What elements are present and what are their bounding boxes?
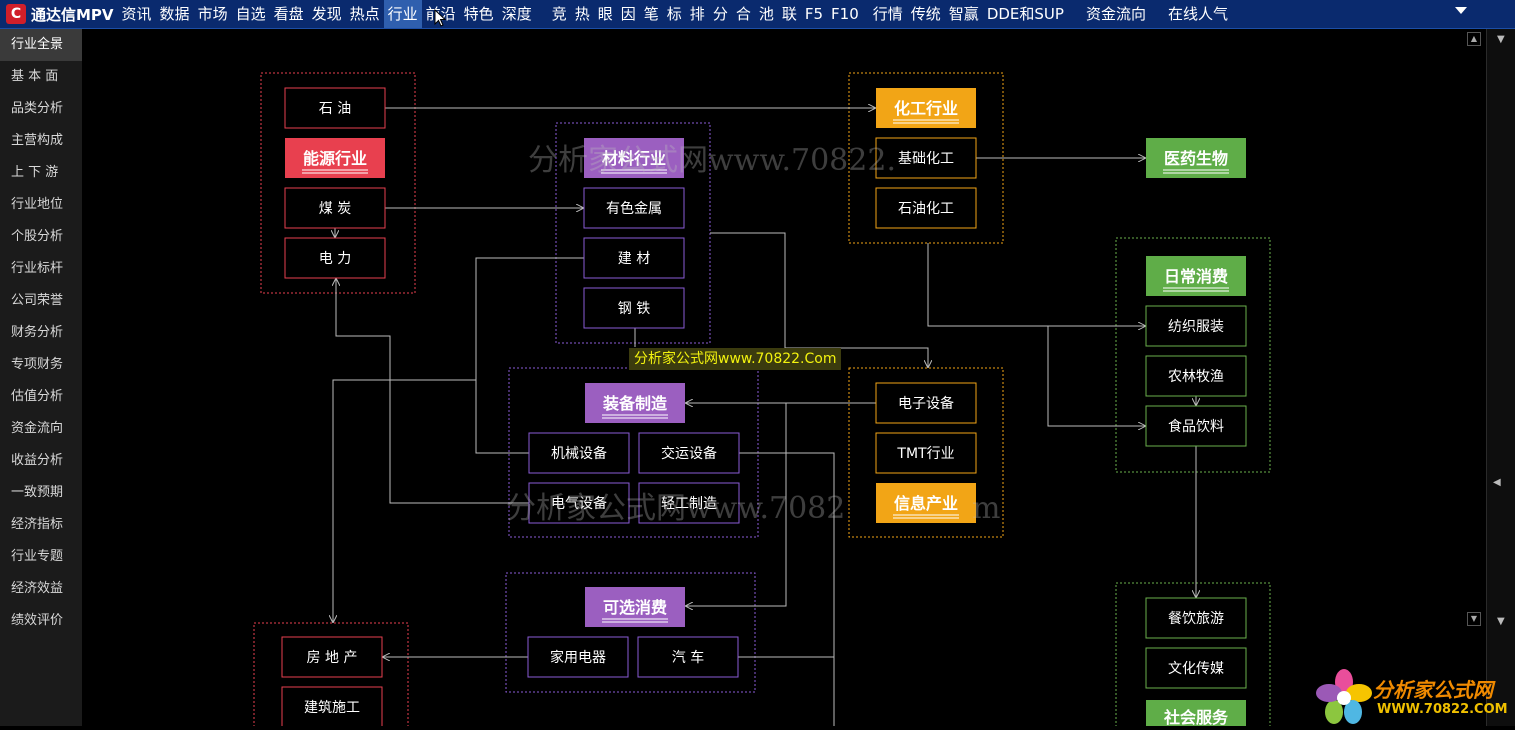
panel-arrow-icon[interactable]: ▼ (1497, 616, 1505, 627)
industry-label: 电 力 (319, 251, 351, 267)
group-title: 能源行业 (303, 149, 367, 168)
industry-label: 汽 车 (672, 649, 704, 666)
brand-watermark: 分析家公式网 WWW.70822.COM (1315, 668, 1515, 726)
group-title: 社会服务 (1163, 708, 1229, 726)
industry-label: 纺织服装 (1168, 319, 1224, 335)
group-title: 装备制造 (602, 394, 668, 413)
group-title: 化工行业 (894, 99, 958, 118)
connectors (333, 108, 1196, 726)
industry-label: 食品饮料 (1168, 418, 1224, 435)
group-title: 日常消费 (1164, 267, 1228, 286)
watermark-label: 分析家公式网www.70822.Com (629, 348, 842, 370)
industry-label: 建 材 (618, 251, 650, 267)
watermark-text: 分析家公式网www.70822. (528, 143, 896, 178)
industry-label: 石油化工 (898, 201, 954, 217)
group-title: 信息产业 (894, 494, 958, 513)
brand-name: 分析家公式网 (1373, 678, 1493, 702)
group-title: 可选消费 (603, 598, 667, 617)
flower-logo-icon (1316, 669, 1372, 724)
industry-label: 餐饮旅游 (1168, 611, 1224, 627)
watermark-text: m (972, 491, 1000, 526)
industry-label: 煤 炭 (319, 201, 351, 217)
panel-arrow-icon[interactable]: ▼ (1497, 34, 1505, 45)
group-title: 医药生物 (1164, 149, 1228, 168)
collapse-arrow-icon[interactable]: ◀ (1493, 477, 1501, 488)
brand-url: WWW.70822.COM (1377, 702, 1508, 717)
industry-label: 钢 铁 (618, 301, 650, 317)
industry-label: 房 地 产 (307, 650, 358, 666)
industry-label: 机械设备 (551, 445, 607, 462)
watermark-text: 分析家公式网www.7082 (506, 491, 845, 526)
industry-label: 家用电器 (550, 649, 606, 666)
industry-label: 电子设备 (898, 395, 954, 412)
industry-label: 有色金属 (606, 200, 662, 217)
industry-label: 基础化工 (898, 150, 954, 167)
industry-label: 文化传媒 (1168, 661, 1224, 677)
industry-label: 农林牧渔 (1168, 369, 1224, 385)
industry-label: 建筑施工 (304, 700, 360, 716)
industry-label: 石 油 (319, 101, 351, 117)
industry-label: TMT行业 (896, 446, 954, 462)
industry-label: 交运设备 (661, 445, 717, 462)
